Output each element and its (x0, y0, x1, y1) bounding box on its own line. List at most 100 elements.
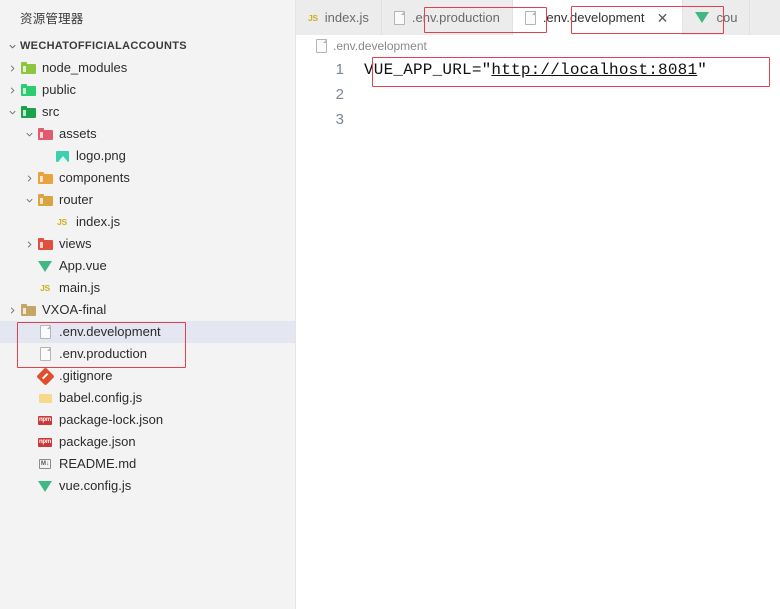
chevron-right-icon[interactable] (21, 236, 37, 252)
line-number: 1 (335, 61, 344, 78)
code-line[interactable]: 1 VUE_APP_URL="http://localhost:8081" (296, 57, 780, 82)
tree-item-views[interactable]: views (0, 233, 295, 255)
workspace-section-header[interactable]: WECHATOFFICIALACCOUNTS (0, 35, 295, 57)
file-icon (39, 347, 51, 361)
tree-item-label: README.md (59, 456, 137, 471)
chevron-right-icon[interactable] (4, 82, 20, 98)
tree-item-label: main.js (59, 280, 101, 295)
tree-item-label: assets (59, 126, 97, 141)
vue-icon (38, 260, 52, 272)
editor-tab-label: .env.development (542, 10, 645, 25)
tree-item-label: .env.production (59, 346, 147, 361)
editor-tab-label: index.js (324, 10, 369, 25)
npm-icon: npm (37, 437, 53, 447)
tree-item-vue-config-js[interactable]: vue.config.js (0, 475, 295, 497)
tree-item-label: components (59, 170, 130, 185)
tree-item-label: logo.png (76, 148, 126, 163)
folder-icon (37, 172, 53, 184)
tree-item-app-vue[interactable]: App.vue (0, 255, 295, 277)
file-icon (393, 10, 405, 25)
tree-item-label: package.json (59, 434, 136, 449)
editor-tab-env-development[interactable]: .env.development ✕ (512, 0, 684, 35)
file-icon (524, 10, 536, 25)
editor-area: JS index.js .env.production .env.developmen… (296, 0, 780, 609)
chevron-right-icon[interactable] (4, 60, 20, 76)
editor-tab-label: cou (716, 10, 738, 25)
tree-item-env-development[interactable]: .env.development (0, 321, 295, 343)
tree-item-label: vue.config.js (59, 478, 132, 493)
file-tree[interactable]: node_modulespublic src assets logo.png compo… (0, 57, 295, 497)
tree-item-label: router (59, 192, 93, 207)
vscode-window: 资源管理器 WECHATOFFICIALACCOUNTS node_module… (0, 0, 780, 609)
tree-item-env-production[interactable]: .env.production (0, 343, 295, 365)
file-icon (39, 325, 51, 339)
folder-icon (37, 194, 53, 206)
folder-icon (20, 84, 36, 96)
code-editor[interactable]: 1 VUE_APP_URL="http://localhost:8081" 2 3 (296, 57, 780, 609)
tree-item-label: babel.config.js (59, 390, 143, 405)
babel-icon (38, 393, 52, 403)
tree-item-public[interactable]: public (0, 79, 295, 101)
tree-item-label: node_modules (42, 60, 128, 75)
tree-item-package-lock-json[interactable]: npm package-lock.json (0, 409, 295, 431)
js-icon: JS (308, 12, 318, 23)
vue-icon (695, 12, 710, 23)
tree-item-label: src (42, 104, 60, 119)
chevron-down-icon[interactable] (21, 126, 37, 142)
chevron-right-icon[interactable] (4, 302, 20, 318)
breadcrumb[interactable]: .env.development (296, 35, 780, 57)
line-content: VUE_APP_URL="http://localhost:8081" (364, 60, 708, 79)
tree-item-node-modules[interactable]: node_modules (0, 57, 295, 79)
folder-icon (20, 106, 36, 118)
tree-item-logo-png[interactable]: logo.png (0, 145, 295, 167)
tree-item-babel-config-js[interactable]: babel.config.js (0, 387, 295, 409)
tree-item-main-js[interactable]: JS main.js (0, 277, 295, 299)
tree-item-index-js[interactable]: JS index.js (0, 211, 295, 233)
editor-tab-label: .env.production (411, 10, 500, 25)
code-line[interactable]: 2 (296, 82, 780, 107)
url-link[interactable]: http://localhost:8081 (491, 61, 697, 79)
explorer-sidebar: 资源管理器 WECHATOFFICIALACCOUNTS node_module… (0, 0, 296, 609)
tree-item-vxoa-final[interactable]: VXOA-final (0, 299, 295, 321)
tree-item-readme-md[interactable]: M↓ README.md (0, 453, 295, 475)
folder-icon (37, 128, 53, 140)
js-icon: JS (57, 217, 67, 227)
chevron-down-icon (4, 38, 20, 54)
chevron-down-icon[interactable] (4, 104, 20, 120)
close-icon[interactable]: ✕ (654, 10, 670, 26)
editor-tab-bar[interactable]: JS index.js .env.production .env.developmen… (296, 0, 780, 35)
tree-item-label: public (42, 82, 76, 97)
editor-tab-index-js[interactable]: JS index.js (296, 0, 382, 35)
tree-item-package-json[interactable]: npm package.json (0, 431, 295, 453)
markdown-icon: M↓ (39, 459, 51, 469)
git-icon (35, 366, 55, 386)
folder-icon (20, 62, 36, 74)
code-line[interactable]: 3 (296, 107, 780, 132)
editor-tab-cou[interactable]: cou (683, 0, 751, 35)
tree-item-label: App.vue (59, 258, 107, 273)
editor-tab-env-production[interactable]: .env.production (381, 0, 513, 35)
tree-item-components[interactable]: components (0, 167, 295, 189)
tree-item-assets[interactable]: assets (0, 123, 295, 145)
tree-item-gitignore[interactable]: .gitignore (0, 365, 295, 387)
workspace-name: WECHATOFFICIALACCOUNTS (20, 40, 187, 52)
breadcrumb-label: .env.development (333, 39, 427, 53)
tree-item-router[interactable]: router (0, 189, 295, 211)
tree-item-src[interactable]: src (0, 101, 295, 123)
line-number: 2 (335, 86, 344, 103)
chevron-down-icon[interactable] (21, 192, 37, 208)
tree-item-label: .gitignore (59, 368, 113, 383)
folder-icon (37, 238, 53, 250)
chevron-right-icon[interactable] (21, 170, 37, 186)
tree-item-label: VXOA-final (42, 302, 107, 317)
